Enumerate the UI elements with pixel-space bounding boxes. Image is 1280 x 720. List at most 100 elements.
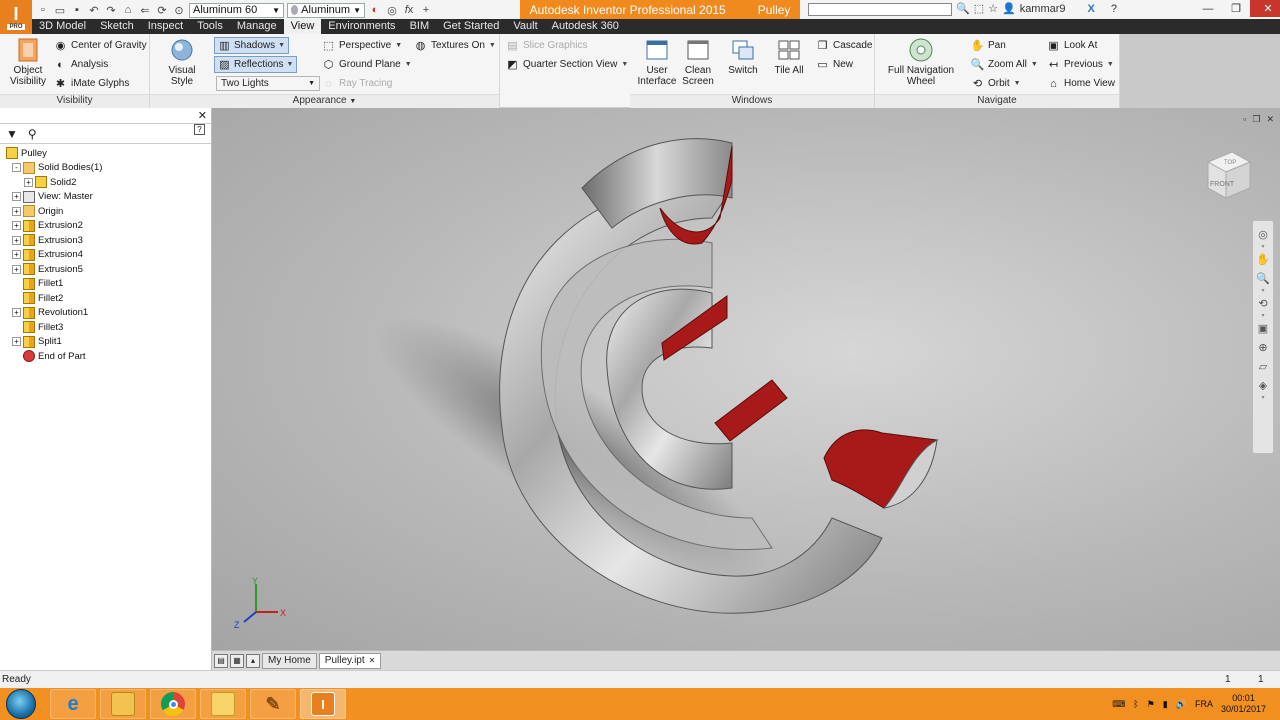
- tab-autodesk-360[interactable]: Autodesk 360: [545, 19, 626, 34]
- previous-view-button[interactable]: ↤ Previous ▼: [1047, 56, 1114, 73]
- browser-help-icon[interactable]: ?: [194, 124, 205, 135]
- file-explorer-taskbar-button[interactable]: [100, 689, 146, 719]
- fx-parameters-icon[interactable]: fx: [402, 3, 416, 17]
- steering-wheel-icon[interactable]: ◎: [1255, 225, 1271, 244]
- search-icon[interactable]: 🔍: [956, 2, 970, 15]
- filter-icon[interactable]: ▼: [6, 127, 18, 141]
- lighting-style-combo[interactable]: Two Lights ▼: [216, 76, 320, 91]
- select-icon[interactable]: ⊙: [172, 3, 186, 17]
- chrome-taskbar-button[interactable]: [150, 689, 196, 719]
- pulley-model-render[interactable]: [212, 108, 1280, 650]
- redo-icon[interactable]: ↷: [104, 3, 118, 17]
- tree-node-view-master[interactable]: + View: Master: [0, 190, 211, 205]
- home-view-button[interactable]: ⌂ Home View: [1047, 75, 1115, 92]
- tree-node-split1[interactable]: + Split1: [0, 335, 211, 350]
- tab-menu-icon[interactable]: ▴: [246, 653, 260, 668]
- reflections-button[interactable]: ▨ Reflections ▼: [214, 56, 298, 73]
- analysis-button[interactable]: ◐ Analysis: [54, 56, 108, 73]
- language-indicator[interactable]: FRA: [1195, 699, 1213, 709]
- network-icon[interactable]: ▮: [1163, 699, 1168, 710]
- subscription-center-icon[interactable]: ⬚: [974, 2, 984, 15]
- expand-icon[interactable]: +: [12, 308, 21, 318]
- pan-hand-nav-icon[interactable]: ✋: [1255, 250, 1271, 269]
- favorites-star-icon[interactable]: ☆: [988, 2, 998, 15]
- ground-plane-button[interactable]: ⬡ Ground Plane ▼: [322, 56, 412, 73]
- expand-icon[interactable]: +: [12, 264, 21, 274]
- viewport-restore-icon[interactable]: ❐: [1252, 114, 1260, 125]
- zoom-all-button[interactable]: 🔍 Zoom All ▼: [971, 56, 1038, 73]
- tree-node-revolution1[interactable]: + Revolution1: [0, 306, 211, 321]
- user-icon[interactable]: 👤: [1002, 2, 1016, 15]
- update-icon[interactable]: ⟳: [155, 3, 169, 17]
- tree-node-end-of-part[interactable]: End of Part: [0, 349, 211, 364]
- new-window-button[interactable]: ▭ New: [816, 56, 853, 73]
- tree-node-fillet2[interactable]: Fillet2: [0, 291, 211, 306]
- tab-view[interactable]: View: [283, 19, 322, 34]
- pan-button[interactable]: ✋ Pan: [971, 37, 1006, 54]
- quarter-section-view-button[interactable]: ◩ Quarter Section View ▼: [506, 56, 628, 73]
- volume-icon[interactable]: 🔊: [1176, 699, 1187, 710]
- home-icon[interactable]: ⌂: [121, 3, 135, 17]
- tile-grid-icon[interactable]: ▦: [230, 653, 244, 668]
- material-combo[interactable]: Aluminum 60 ▼: [189, 2, 284, 18]
- user-name[interactable]: kammar9: [1020, 3, 1066, 15]
- close-icon[interactable]: ✕: [1250, 0, 1280, 17]
- object-visibility-button[interactable]: Object Visibility: [6, 37, 50, 87]
- perspective-button[interactable]: ⬚ Perspective ▼: [322, 37, 402, 54]
- customize-qat-icon[interactable]: +: [419, 3, 433, 17]
- new-file-icon[interactable]: ▫: [36, 3, 50, 17]
- orbit-nav-icon[interactable]: ⟲: [1255, 294, 1271, 313]
- tab-sketch[interactable]: Sketch: [93, 19, 141, 34]
- inventor-taskbar-button[interactable]: I: [300, 689, 346, 719]
- internet-explorer-taskbar-button[interactable]: e: [50, 689, 96, 719]
- orbit-button[interactable]: ⟲ Orbit ▼: [971, 75, 1021, 92]
- browser-close-icon[interactable]: ✕: [198, 109, 207, 122]
- slice-graphics-button[interactable]: ▤ Slice Graphics: [506, 37, 587, 54]
- bluetooth-icon[interactable]: ᛒ: [1133, 699, 1138, 709]
- tab-inspect[interactable]: Inspect: [141, 19, 190, 34]
- ray-tracing-button[interactable]: ◌ Ray Tracing: [322, 75, 392, 92]
- clear-icon[interactable]: ◎: [385, 3, 399, 17]
- free-orbit-nav-icon[interactable]: ▱: [1255, 357, 1271, 376]
- collapse-icon[interactable]: -: [12, 163, 21, 173]
- tab-my-home[interactable]: My Home: [262, 652, 317, 669]
- look-nav-icon[interactable]: ◈: [1255, 376, 1271, 395]
- tab-manage[interactable]: Manage: [230, 19, 284, 34]
- textures-on-button[interactable]: ◍ Textures On ▼: [414, 37, 496, 54]
- expand-icon[interactable]: +: [12, 337, 21, 347]
- tree-node-extrusion3[interactable]: + Extrusion3: [0, 233, 211, 248]
- tree-node-fillet1[interactable]: Fillet1: [0, 277, 211, 292]
- viewport-minimize-icon[interactable]: ▫: [1243, 114, 1246, 125]
- tree-node-origin[interactable]: + Origin: [0, 204, 211, 219]
- tab-environments[interactable]: Environments: [321, 19, 402, 34]
- shadows-button[interactable]: ▥ Shadows ▼: [214, 37, 290, 54]
- zoom-nav-icon[interactable]: 🔍: [1255, 269, 1271, 288]
- graphics-window[interactable]: ▫ ❐ ✕ TOP FRONT ◎ ▾ ✋ 🔍 ▾ ⟲ ▾ ▣ ⊕ ▱ ◈ ▾: [212, 108, 1280, 650]
- viewcube[interactable]: TOP FRONT: [1202, 148, 1254, 204]
- tree-node-extrusion5[interactable]: + Extrusion5: [0, 262, 211, 277]
- expand-icon[interactable]: +: [12, 192, 21, 202]
- undo-icon[interactable]: ↶: [87, 3, 101, 17]
- return-icon[interactable]: ⇐: [138, 3, 152, 17]
- tile-all-button[interactable]: Tile All: [770, 37, 808, 76]
- tree-node-pulley[interactable]: Pulley: [0, 146, 211, 161]
- visual-style-button[interactable]: Visual Style: [156, 37, 208, 87]
- help-search-input[interactable]: [808, 3, 952, 16]
- tree-node-extrusion4[interactable]: + Extrusion4: [0, 248, 211, 263]
- full-navigation-wheel-button[interactable]: Full Navigation Wheel: [881, 37, 961, 87]
- tab-tools[interactable]: Tools: [190, 19, 230, 34]
- keyboard-icon[interactable]: ⌨: [1112, 699, 1125, 710]
- user-interface-button[interactable]: User Interface: [636, 37, 678, 87]
- adjust-appearance-icon[interactable]: ◐: [368, 3, 382, 17]
- pencil-app-taskbar-button[interactable]: ✎: [250, 689, 296, 719]
- expand-icon[interactable]: +: [24, 177, 33, 187]
- folder-taskbar-button[interactable]: [200, 689, 246, 719]
- expand-icon[interactable]: +: [12, 206, 21, 216]
- tab-bim[interactable]: BIM: [403, 19, 437, 34]
- action-center-flag-icon[interactable]: ⚑: [1147, 699, 1155, 710]
- help-icon[interactable]: ?: [1111, 3, 1117, 15]
- start-button[interactable]: [6, 689, 36, 719]
- tab-vault[interactable]: Vault: [506, 19, 544, 34]
- imate-glyphs-button[interactable]: ✱ iMate Glyphs: [54, 75, 129, 92]
- viewport-close-icon[interactable]: ✕: [1266, 114, 1274, 125]
